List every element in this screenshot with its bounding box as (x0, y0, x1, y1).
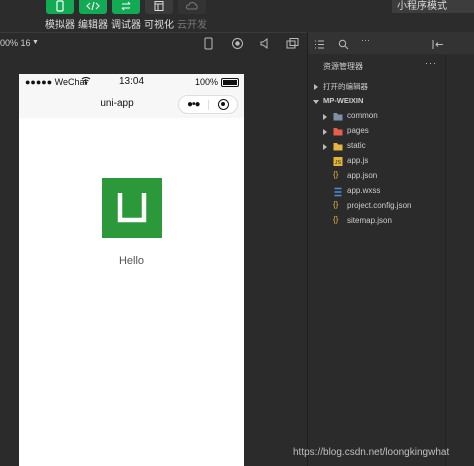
open-editors-label: 打开的编辑器 (323, 82, 368, 91)
volume-icon[interactable] (259, 37, 271, 55)
visualize-button[interactable]: 可视化 (142, 0, 176, 32)
chevron-down-icon (313, 100, 319, 104)
editor-label: 编辑器 (78, 20, 108, 31)
collapse-panel-icon[interactable] (432, 37, 444, 55)
svg-text:JS: JS (335, 160, 342, 166)
panel-divider (445, 55, 446, 466)
more-dots-icon[interactable]: ●•● (187, 99, 201, 110)
debug-arrows-icon (112, 0, 140, 14)
open-editors-section[interactable]: 打开的编辑器 (308, 79, 448, 94)
status-bar: ●●●●● WeChat 13:04 100% (19, 74, 244, 90)
carrier-label: ●●●●● WeChat (25, 77, 88, 87)
tree-item-static[interactable]: static (308, 139, 448, 154)
editor-button[interactable]: 编辑器 (76, 0, 110, 32)
layout-icon (145, 0, 173, 14)
chevron-right-icon (323, 114, 327, 120)
tree-item-common[interactable]: common (308, 109, 448, 124)
top-toolbar: 模拟器 编辑器 调试器 可视化 云开发 小程序模式 (0, 0, 474, 32)
cloud-button[interactable]: 云开发 (175, 0, 209, 32)
debugger-button[interactable]: 调试器 (109, 0, 143, 32)
menu-capsule[interactable]: ●•● (178, 95, 238, 114)
css-file-icon (333, 187, 343, 197)
chevron-down-icon[interactable]: ▼ (32, 39, 39, 46)
pages-folder-icon (333, 127, 343, 136)
tree-item-app-js[interactable]: JS app.js (308, 154, 448, 169)
js-file-icon: JS (333, 157, 343, 166)
more-options-icon[interactable]: ··· (361, 35, 370, 45)
chevron-right-icon (323, 144, 327, 150)
tree-item-label: app.js (347, 156, 369, 165)
simulator-label: 模拟器 (45, 20, 75, 31)
tree-item-app-wxss[interactable]: app.wxss (308, 184, 448, 199)
folder-icon (333, 112, 343, 121)
visualize-label: 可视化 (144, 20, 174, 31)
battery-icon (221, 78, 239, 87)
tree-item-label: app.json (347, 171, 378, 180)
tree-item-sitemap[interactable]: {} sitemap.json (308, 214, 448, 229)
phone-icon (46, 0, 74, 14)
watermark-text: https://blog.csdn.net/loongkingwhat (293, 447, 450, 458)
simulator-button[interactable]: 模拟器 (43, 0, 77, 32)
simulator-subbar: 00% 16 ▼ (0, 32, 307, 56)
phone-screen[interactable]: ●●●●● WeChat 13:04 100% uni-app ●•● Hell… (19, 74, 244, 466)
mode-select[interactable]: 小程序模式 (392, 0, 474, 13)
tree-item-label: pages (347, 126, 369, 135)
tree-item-label: static (347, 141, 366, 150)
device-icon[interactable] (204, 37, 213, 55)
wifi-icon (81, 76, 91, 87)
record-icon[interactable] (231, 37, 244, 55)
static-folder-icon (333, 142, 343, 151)
project-section[interactable]: MP-WEIXIN (308, 94, 448, 109)
status-time: 13:04 (119, 76, 145, 87)
tree-item-pages[interactable]: pages (308, 124, 448, 139)
cloud-label: 云开发 (177, 20, 207, 31)
chevron-right-icon (323, 129, 327, 135)
explorer-more-icon[interactable]: ··· (425, 58, 437, 68)
close-target-icon[interactable] (218, 99, 229, 110)
uni-app-logo (102, 178, 162, 238)
capsule-divider (208, 100, 209, 110)
list-icon[interactable] (314, 37, 325, 55)
json-file-icon: {} (333, 215, 339, 224)
explorer-toolbar: ··· (308, 32, 474, 54)
json-file-icon: {} (333, 200, 339, 209)
tree-item-label: sitemap.json (347, 216, 392, 225)
tree-item-label: app.wxss (347, 186, 381, 195)
json-file-icon: {} (333, 170, 339, 179)
nav-bar: uni-app ●•● (19, 90, 244, 118)
tree-item-project-config[interactable]: {} project.config.json (308, 199, 448, 214)
zoom-label[interactable]: 00% 16 (0, 38, 31, 48)
battery-label: 100% (194, 77, 218, 87)
tree-item-label: project.config.json (347, 201, 412, 210)
explorer-title: 资源管理器 (323, 62, 363, 71)
explorer-header: 资源管理器 ··· (308, 57, 474, 75)
tree-item-label: common (347, 111, 378, 120)
code-icon (79, 0, 107, 14)
chevron-right-icon (314, 84, 318, 90)
debugger-label: 调试器 (111, 20, 141, 31)
hello-text: Hello (118, 255, 145, 267)
project-label: MP-WEIXIN (323, 96, 364, 105)
cloud-icon (178, 0, 206, 14)
tree-item-app-json[interactable]: {} app.json (308, 169, 448, 184)
search-icon[interactable] (338, 37, 349, 55)
file-explorer: ··· 资源管理器 ··· 打开的编辑器 MP-WEIXIN common pa… (307, 32, 474, 466)
popout-icon[interactable] (286, 37, 299, 55)
